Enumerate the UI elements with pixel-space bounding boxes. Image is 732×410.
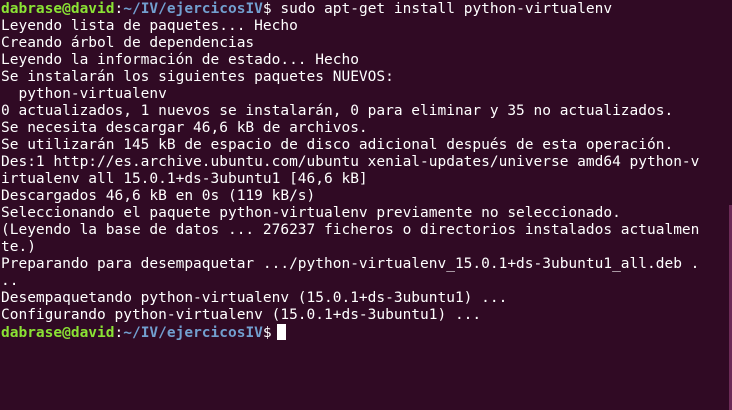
output-line: Preparando para desempaquetar .../python… [1,256,700,272]
command-text: sudo apt-get install python-virtualenv [280,1,613,17]
output-line: Desempaquetando python-virtualenv (15.0.… [1,290,508,306]
output-line: irtualenv all 15.0.1+ds-3ubuntu1 [46,6 k… [1,171,368,187]
prompt-separator: : [114,325,124,341]
prompt-user-host: dabrase@david [1,325,115,341]
output-line: Descargados 46,6 kB en 0s (119 kB/s) [1,188,316,204]
prompt-path: ~/IV/ejercicosIV [123,325,263,341]
terminal-window[interactable]: dabrase@david:~/IV/ejercicosIV$ sudo apt… [0,0,732,410]
output-line: Des:1 http://es.archive.ubuntu.com/ubunt… [1,154,700,170]
output-line: Leyendo la información de estado... Hech… [1,52,359,68]
output-line: Se instalarán los siguientes paquetes NU… [1,69,394,85]
output-line: Se necesita descargar 46,6 kB de archivo… [1,120,368,136]
output-line: te.) [1,239,36,255]
output-line: Seleccionando el paquete python-virtuale… [1,205,621,221]
output-line: Se utilizarán 145 kB de espacio de disco… [1,137,674,153]
output-line: (Leyendo la base de datos ... 276237 fic… [1,222,700,238]
prompt-line[interactable]: dabrase@david:~/IV/ejercicosIV$ [1,324,732,341]
prompt-path: ~/IV/ejercicosIV [123,1,263,17]
prompt-symbol: $ [262,325,272,341]
output-line: Configurando python-virtualenv (15.0.1+d… [1,307,482,323]
prompt-line: dabrase@david:~/IV/ejercicosIV$ sudo apt… [1,1,732,18]
output-line: python-virtualenv [1,86,167,102]
output-line: Leyendo lista de paquetes... Hecho [1,18,298,34]
prompt-user-host: dabrase@david [1,1,115,17]
prompt-symbol: $ [262,1,281,17]
output-line: Creando árbol de dependencias [1,35,255,51]
output-line: .. [1,273,19,289]
text-cursor [276,324,286,340]
prompt-separator: : [114,1,124,17]
output-line: 0 actualizados, 1 nuevos se instalarán, … [1,103,674,119]
